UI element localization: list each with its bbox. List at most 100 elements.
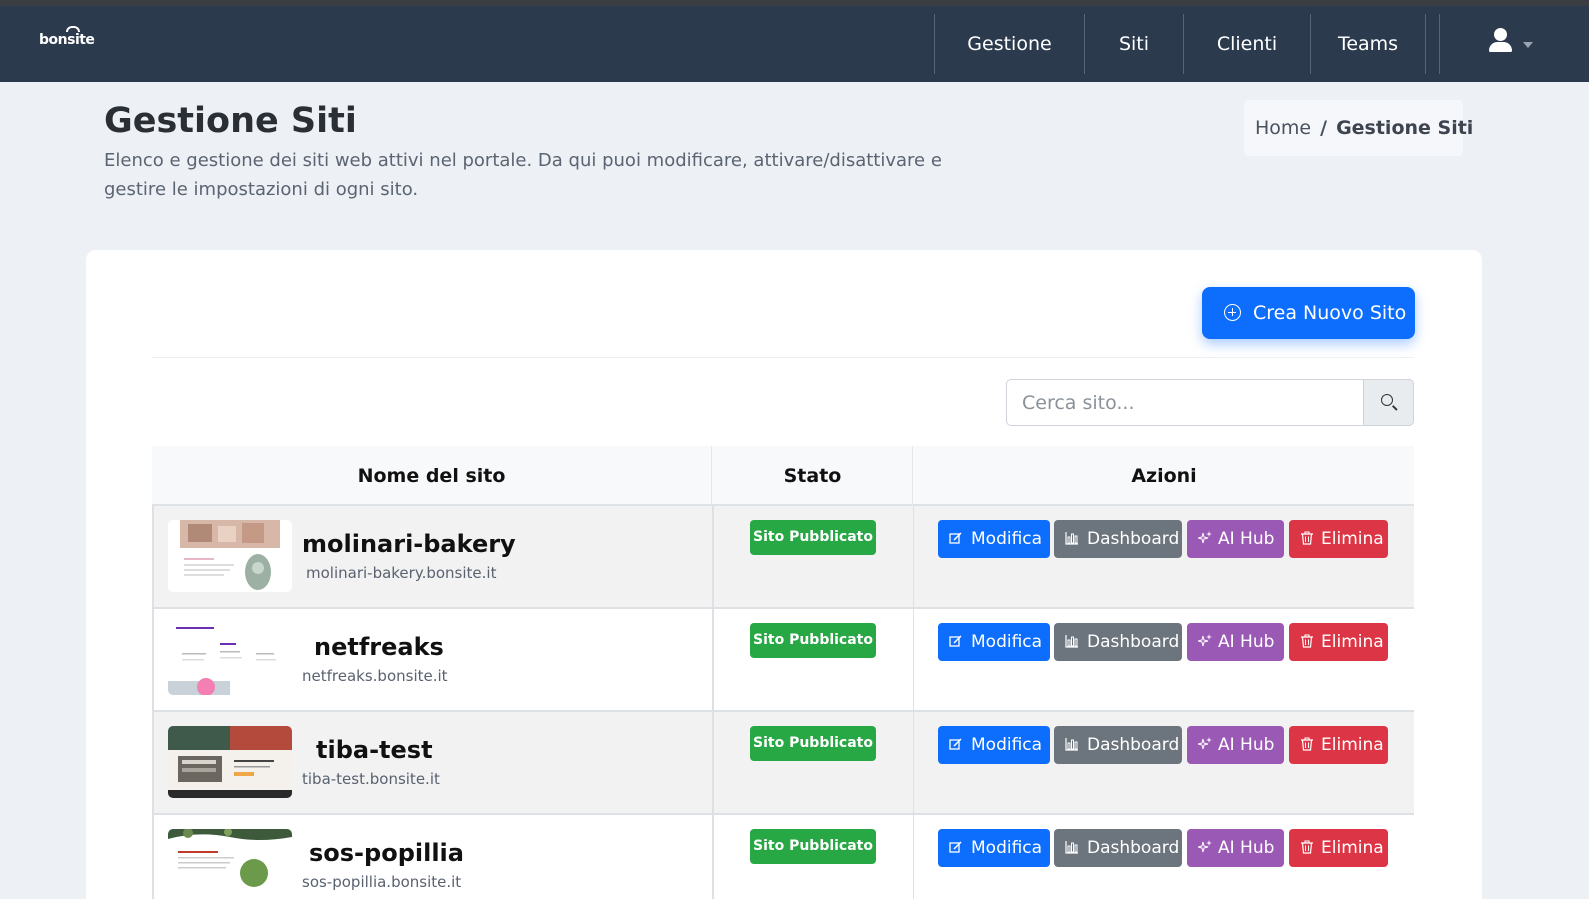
edit-icon [949, 635, 962, 647]
dashboard-button[interactable]: Dashboard [1054, 726, 1182, 764]
bar-chart-icon [1065, 635, 1078, 648]
edit-label: Modifica [971, 529, 1043, 549]
cell-divider [913, 815, 914, 899]
delete-label: Elimina [1321, 529, 1384, 549]
page-title: Gestione Siti [104, 101, 357, 141]
breadcrumb-separator: / [1320, 117, 1328, 139]
cell-divider [712, 506, 714, 607]
nav-item-gestione[interactable]: Gestione [934, 14, 1084, 74]
site-name[interactable]: netfreaks [314, 633, 444, 661]
status-badge: Sito Pubblicato [750, 726, 876, 761]
edit-icon [949, 738, 962, 750]
cell-divider [913, 712, 914, 813]
plus-circle-icon [1224, 304, 1241, 321]
edit-label: Modifica [971, 735, 1043, 755]
status-badge: Sito Pubblicato [750, 520, 876, 555]
delete-label: Elimina [1321, 838, 1384, 858]
ai-hub-label: AI Hub [1218, 735, 1275, 755]
edit-button[interactable]: Modifica [938, 623, 1050, 661]
dashboard-button[interactable]: Dashboard [1054, 829, 1182, 867]
site-url[interactable]: tiba-test.bonsite.it [302, 770, 440, 788]
delete-button[interactable]: Elimina [1289, 726, 1388, 764]
site-name[interactable]: sos-popillia [309, 839, 464, 867]
breadcrumb-home[interactable]: Home [1255, 117, 1311, 139]
site-url[interactable]: netfreaks.bonsite.it [302, 667, 448, 685]
brand-logo[interactable]: bonsite [39, 26, 95, 48]
edit-button[interactable]: Modifica [938, 520, 1050, 558]
search-icon-handle [1392, 405, 1398, 411]
table-header: Nome del sito Stato Azioni [152, 446, 1414, 506]
dashboard-button[interactable]: Dashboard [1054, 520, 1182, 558]
ai-hub-button[interactable]: AI Hub [1187, 520, 1284, 558]
site-url[interactable]: molinari-bakery.bonsite.it [306, 564, 496, 582]
search-button[interactable] [1363, 379, 1414, 426]
trash-icon [1301, 531, 1313, 545]
sparkles-icon [1198, 840, 1212, 853]
search-input[interactable] [1006, 379, 1364, 426]
table-row: netfreaks netfreaks.bonsite.it Sito Pubb… [152, 609, 1414, 712]
edit-icon [949, 532, 962, 544]
user-icon-body [1489, 42, 1512, 52]
delete-button[interactable]: Elimina [1289, 520, 1388, 558]
site-name[interactable]: tiba-test [316, 736, 433, 764]
search-icon [1381, 394, 1393, 406]
table-row: molinari-bakery molinari-bakery.bonsite.… [152, 506, 1414, 609]
dashboard-button[interactable]: Dashboard [1054, 623, 1182, 661]
edit-button[interactable]: Modifica [938, 829, 1050, 867]
brand-name: bonsite [39, 32, 95, 48]
cell-divider [913, 609, 914, 710]
column-header-actions: Azioni [1131, 465, 1197, 487]
ai-hub-label: AI Hub [1218, 529, 1275, 549]
cell-divider [712, 815, 714, 899]
site-thumbnail[interactable] [168, 829, 292, 899]
ai-hub-label: AI Hub [1218, 632, 1275, 652]
site-thumbnail[interactable] [168, 520, 292, 592]
edit-label: Modifica [971, 838, 1043, 858]
site-name[interactable]: molinari-bakery [302, 530, 516, 558]
edit-icon [949, 841, 962, 853]
trash-icon [1301, 737, 1313, 751]
edit-label: Modifica [971, 632, 1043, 652]
breadcrumb-current: Gestione Siti [1336, 117, 1474, 139]
page-description: Elenco e gestione dei siti web attivi ne… [104, 150, 942, 200]
nav-item-clienti[interactable]: Clienti [1183, 14, 1310, 74]
ai-hub-button[interactable]: AI Hub [1187, 623, 1284, 661]
edit-button[interactable]: Modifica [938, 726, 1050, 764]
bar-chart-icon [1065, 841, 1078, 854]
user-icon [1494, 28, 1507, 41]
delete-button[interactable]: Elimina [1289, 623, 1388, 661]
site-thumbnail[interactable] [168, 623, 292, 695]
dashboard-label: Dashboard [1087, 632, 1180, 652]
delete-label: Elimina [1321, 735, 1384, 755]
nav-item-siti[interactable]: Siti [1084, 14, 1183, 74]
dashboard-label: Dashboard [1087, 838, 1180, 858]
logo-house-icon [66, 26, 80, 32]
ai-hub-button[interactable]: AI Hub [1187, 829, 1284, 867]
status-badge: Sito Pubblicato [750, 829, 876, 864]
create-site-button[interactable]: Crea Nuovo Sito [1202, 287, 1415, 339]
bar-chart-icon [1065, 532, 1078, 545]
delete-label: Elimina [1321, 632, 1384, 652]
sparkles-icon [1198, 531, 1212, 544]
site-thumbnail[interactable] [168, 726, 292, 798]
card-divider [152, 357, 1414, 358]
nav-divider [1425, 14, 1439, 74]
top-navbar: bonsite Gestione Siti Clienti Teams [0, 6, 1589, 82]
column-header-name: Nome del sito [152, 446, 712, 506]
cell-divider [913, 506, 914, 607]
dashboard-label: Dashboard [1087, 735, 1180, 755]
column-header-status: Stato [713, 446, 913, 506]
delete-button[interactable]: Elimina [1289, 829, 1388, 867]
ai-hub-button[interactable]: AI Hub [1187, 726, 1284, 764]
cell-divider [712, 712, 714, 813]
ai-hub-label: AI Hub [1218, 838, 1275, 858]
breadcrumb: Home / Gestione Siti [1244, 100, 1473, 156]
cell-divider [712, 609, 714, 710]
dashboard-label: Dashboard [1087, 529, 1180, 549]
nav-item-teams[interactable]: Teams [1310, 14, 1425, 74]
chevron-down-icon [1523, 42, 1533, 48]
user-menu-toggle[interactable] [1439, 14, 1569, 74]
sparkles-icon [1198, 634, 1212, 647]
table-row: tiba-test tiba-test.bonsite.it Sito Pubb… [152, 712, 1414, 815]
site-url[interactable]: sos-popillia.bonsite.it [302, 873, 461, 891]
